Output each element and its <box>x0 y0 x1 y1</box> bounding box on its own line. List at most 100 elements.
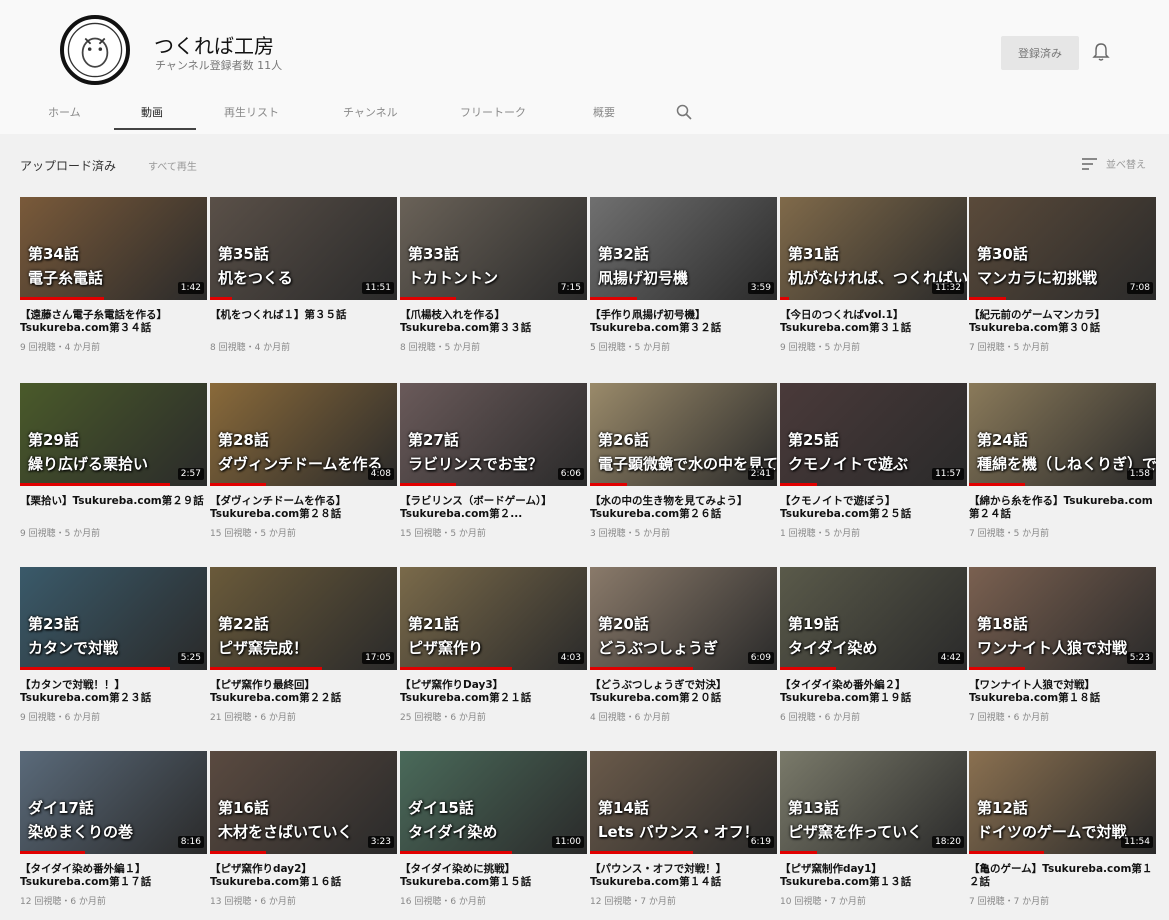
video-thumbnail[interactable]: 第20話 どうぶつしょうぎ 6:09 <box>590 567 777 670</box>
video-title[interactable]: 【今日のつくればvol.1】Tsukureba.com第３１話 <box>780 309 967 335</box>
video-title[interactable]: 【タイダイ染め番外編２】Tsukureba.com第１９話 <box>780 679 967 705</box>
video-thumbnail[interactable]: 第29話 繰り広げる栗拾い 2:57 <box>20 383 207 486</box>
video-title[interactable]: 【水の中の生き物を見てみよう】Tsukureba.com第２６話 <box>590 495 777 521</box>
video-thumbnail[interactable]: 第18話 ワンナイト人狼で対戦 5:23 <box>969 567 1156 670</box>
video-card[interactable]: ダイ17話 染めまくりの巻 8:16 【タイダイ染め番外編１】Tsukureba.co… <box>20 751 207 907</box>
video-card[interactable]: 第14話 Lets バウンス・オフ！ 6:19 【パウンス・オフで対戦！】Tsukur… <box>590 751 777 907</box>
watch-progress-bar <box>780 297 790 300</box>
tab-playlists[interactable]: 再生リスト <box>224 104 279 120</box>
video-card[interactable]: 第16話 木材をさばいていく 3:23 【ピザ窯作りday2】Tsukureba.co… <box>210 751 397 907</box>
thumbnail-caption: 電子糸電話 <box>28 269 104 287</box>
thumbnail-caption: ワンナイト人狼で対戦 <box>977 639 1128 657</box>
video-title[interactable]: 【カタンで対戦！！】Tsukureba.com第２３話 <box>20 679 207 705</box>
video-title[interactable]: 【ピザ窯作り最終回】Tsukureba.com第２２話 <box>210 679 397 705</box>
video-title[interactable]: 【机をつくれば１】第３５話 <box>210 309 397 335</box>
channel-avatar[interactable] <box>60 15 130 85</box>
video-card[interactable]: 第33話 トカトントン 7:15 【爪楊枝入れを作る】Tsukureba.com第３３… <box>400 197 587 353</box>
video-thumbnail[interactable]: 第31話机がなければ、つくればいいじゃない11:32 <box>780 197 967 300</box>
watch-progress-bar <box>20 483 170 486</box>
video-card[interactable]: 第29話 繰り広げる栗拾い 2:57 【栗拾い】Tsukureba.com第２９話 9 … <box>20 383 207 539</box>
thumbnail-episode-label: 第29話 <box>28 431 79 449</box>
video-thumbnail[interactable]: 第13話 ピザ窯を作っていく 18:20 <box>780 751 967 854</box>
video-meta: 7 回視聴・5 か月前 <box>969 529 1050 539</box>
video-card[interactable]: 第27話 ラビリンスでお宝？ 6:06 【ラビリンス（ボードゲーム）】Tsukureb… <box>400 383 587 539</box>
video-card[interactable]: 第25話 クモノイトで遊ぶ 11:57 【クモノイトで遊ぼう】Tsukureba.co… <box>780 383 967 539</box>
video-title[interactable]: 【亀のゲーム】Tsukureba.com第１２話 <box>969 863 1156 889</box>
bell-icon[interactable] <box>1092 42 1110 62</box>
video-card[interactable]: ダイ15話 タイダイ染め 11:00 【タイダイ染めに挑戦】Tsukureba.com… <box>400 751 587 907</box>
video-card[interactable]: 第12話 ドイツのゲームで対戦 11:54 【亀のゲーム】Tsukureba.com第… <box>969 751 1156 907</box>
video-title[interactable]: 【ワンナイト人狼で対戦】Tsukureba.com第１８話 <box>969 679 1156 705</box>
video-title[interactable]: 【ピザ窯制作day1】Tsukureba.com第１３話 <box>780 863 967 889</box>
thumbnail-episode-label: 第12話 <box>977 799 1028 817</box>
video-meta: 10 回視聴・7 か月前 <box>780 897 866 907</box>
video-card[interactable]: 第32話 凧揚げ初号機 3:59 【手作り凧揚げ初号機】Tsukureba.com第３… <box>590 197 777 353</box>
video-card[interactable]: 第22話 ピザ窯完成！ 17:05 【ピザ窯作り最終回】Tsukureba.com第２… <box>210 567 397 723</box>
video-duration: 4:03 <box>557 652 584 664</box>
video-thumbnail[interactable]: 第14話 Lets バウンス・オフ！ 6:19 <box>590 751 777 854</box>
watch-progress-bar <box>969 297 1007 300</box>
play-all-link[interactable]: すべて再生 <box>148 158 197 173</box>
video-title[interactable]: 【紀元前のゲームマンカラ】Tsukureba.com第３０話 <box>969 309 1156 335</box>
thumbnail-episode-label: 第18話 <box>977 615 1028 633</box>
video-thumbnail[interactable]: ダイ15話 タイダイ染め 11:00 <box>400 751 587 854</box>
video-card[interactable]: 第21話 ピザ窯作り 4:03 【ピザ窯作りDay3】Tsukureba.com第２１… <box>400 567 587 723</box>
video-thumbnail[interactable]: 第24話種綿を機（しねくりぎ）で種を取る1:58 <box>969 383 1156 486</box>
video-card[interactable]: 第18話 ワンナイト人狼で対戦 5:23 【ワンナイト人狼で対戦】Tsukureba.… <box>969 567 1156 723</box>
video-thumbnail[interactable]: 第19話 タイダイ染め 4:42 <box>780 567 967 670</box>
video-card[interactable]: 第26話電子顕微鏡で水の中を見てみる2:41 【水の中の生き物を見てみよう】Tsu… <box>590 383 777 539</box>
video-title[interactable]: 【タイダイ染め番外編１】Tsukureba.com第１７話 <box>20 863 207 889</box>
tab-home[interactable]: ホーム <box>48 104 81 120</box>
video-title[interactable]: 【ピザ窯作りday2】Tsukureba.com第１６話 <box>210 863 397 889</box>
video-card[interactable]: 第34話 電子糸電話 1:42 【遠藤さん電子糸電話を作る】Tsukureba.com… <box>20 197 207 353</box>
video-thumbnail[interactable]: 第35話 机をつくる 11:51 <box>210 197 397 300</box>
search-icon[interactable] <box>676 104 692 120</box>
video-card[interactable]: 第20話 どうぶつしょうぎ 6:09 【どうぶつしょうぎで対決】Tsukureba.c… <box>590 567 777 723</box>
video-title[interactable]: 【爪楊枝入れを作る】Tsukureba.com第３３話 <box>400 309 587 335</box>
thumbnail-caption: 木材をさばいていく <box>218 823 353 841</box>
tab-channels[interactable]: チャンネル <box>343 104 398 120</box>
video-thumbnail[interactable]: 第21話 ピザ窯作り 4:03 <box>400 567 587 670</box>
video-card[interactable]: 第31話机がなければ、つくればいいじゃない11:32 【今日のつくればvol.1】… <box>780 197 967 353</box>
video-title[interactable]: 【タイダイ染めに挑戦】Tsukureba.com第１５話 <box>400 863 587 889</box>
video-title[interactable]: 【ピザ窯作りDay3】Tsukureba.com第２１話 <box>400 679 587 705</box>
video-card[interactable]: 第24話種綿を機（しねくりぎ）で種を取る1:58 【綿から糸を作る】Tsukure… <box>969 383 1156 539</box>
sort-button[interactable]: 並べ替え <box>1082 156 1146 171</box>
thumbnail-episode-label: 第28話 <box>218 431 269 449</box>
video-thumbnail[interactable]: 第16話 木材をさばいていく 3:23 <box>210 751 397 854</box>
tab-videos[interactable]: 動画 <box>141 104 163 120</box>
video-thumbnail[interactable]: 第12話 ドイツのゲームで対戦 11:54 <box>969 751 1156 854</box>
video-card[interactable]: 第35話 机をつくる 11:51 【机をつくれば１】第３５話 8 回視聴・4 か月前 <box>210 197 397 353</box>
video-card[interactable]: 第23話 カタンで対戦 5:25 【カタンで対戦！！】Tsukureba.com第２３… <box>20 567 207 723</box>
tab-free-talk[interactable]: フリートーク <box>460 104 526 120</box>
video-thumbnail[interactable]: 第30話 マンカラに初挑戦 7:08 <box>969 197 1156 300</box>
video-thumbnail[interactable]: 第33話 トカトントン 7:15 <box>400 197 587 300</box>
video-title[interactable]: 【パウンス・オフで対戦！】Tsukureba.com第１４話 <box>590 863 777 889</box>
video-title[interactable]: 【クモノイトで遊ぼう】Tsukureba.com第２５話 <box>780 495 967 521</box>
subscribe-button[interactable]: 登録済み <box>1001 36 1079 70</box>
video-thumbnail[interactable]: 第23話 カタンで対戦 5:25 <box>20 567 207 670</box>
video-thumbnail[interactable]: 第27話 ラビリンスでお宝？ 6:06 <box>400 383 587 486</box>
video-thumbnail[interactable]: 第26話電子顕微鏡で水の中を見てみる2:41 <box>590 383 777 486</box>
video-thumbnail[interactable]: 第32話 凧揚げ初号機 3:59 <box>590 197 777 300</box>
video-thumbnail[interactable]: 第25話 クモノイトで遊ぶ 11:57 <box>780 383 967 486</box>
video-title[interactable]: 【手作り凧揚げ初号機】Tsukureba.com第３２話 <box>590 309 777 335</box>
video-title[interactable]: 【遠藤さん電子糸電話を作る】Tsukureba.com第３４話 <box>20 309 207 335</box>
video-thumbnail[interactable]: 第34話 電子糸電話 1:42 <box>20 197 207 300</box>
video-thumbnail[interactable]: ダイ17話 染めまくりの巻 8:16 <box>20 751 207 854</box>
video-title[interactable]: 【栗拾い】Tsukureba.com第２９話 <box>20 495 207 521</box>
thumbnail-episode-label: 第22話 <box>218 615 269 633</box>
video-thumbnail[interactable]: 第22話 ピザ窯完成！ 17:05 <box>210 567 397 670</box>
tab-about[interactable]: 概要 <box>593 104 615 120</box>
video-duration: 18:20 <box>932 836 964 848</box>
watch-progress-bar <box>780 667 837 670</box>
video-card[interactable]: 第28話 ダヴィンチドームを作る 4:08 【ダヴィンチドームを作る】Tsukureb… <box>210 383 397 539</box>
video-title[interactable]: 【ダヴィンチドームを作る】Tsukureba.com第２８話 <box>210 495 397 521</box>
video-card[interactable]: 第13話 ピザ窯を作っていく 18:20 【ピザ窯制作day1】Tsukureba.c… <box>780 751 967 907</box>
video-thumbnail[interactable]: 第28話 ダヴィンチドームを作る 4:08 <box>210 383 397 486</box>
video-card[interactable]: 第30話 マンカラに初挑戦 7:08 【紀元前のゲームマンカラ】Tsukureba.c… <box>969 197 1156 353</box>
video-title[interactable]: 【ラビリンス（ボードゲーム）】Tsukureba.com第２... <box>400 495 587 521</box>
video-card[interactable]: 第19話 タイダイ染め 4:42 【タイダイ染め番外編２】Tsukureba.com第… <box>780 567 967 723</box>
video-title[interactable]: 【どうぶつしょうぎで対決】Tsukureba.com第２０話 <box>590 679 777 705</box>
video-title[interactable]: 【綿から糸を作る】Tsukureba.com第２４話 <box>969 495 1156 521</box>
